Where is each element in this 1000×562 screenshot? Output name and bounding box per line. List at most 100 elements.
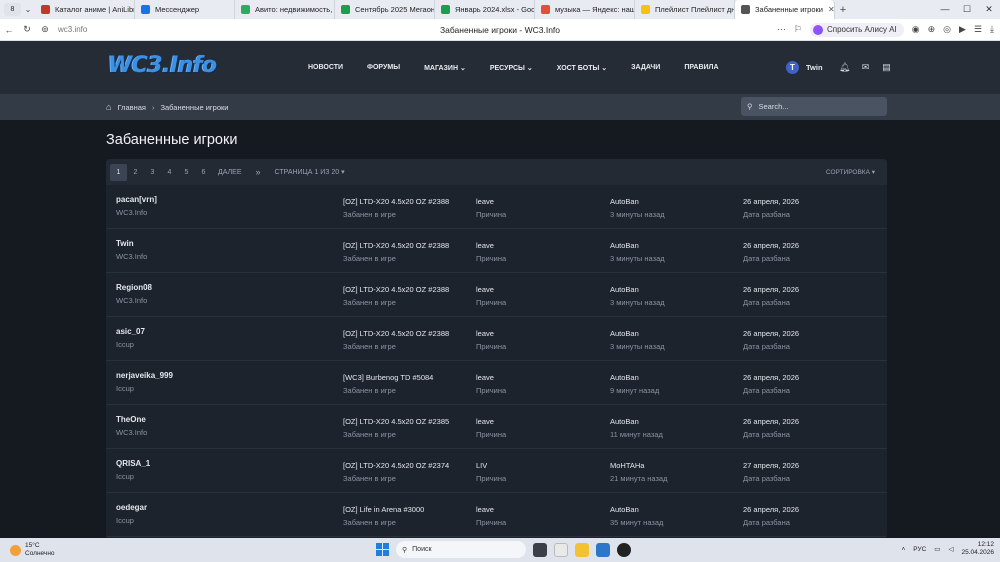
voice-icon[interactable]: ◉ [912, 24, 920, 35]
nav-item[interactable]: РЕСУРСЫ ⌄ [490, 64, 533, 72]
last-page-button[interactable]: » [256, 167, 261, 177]
reload-icon[interactable]: ↻ [18, 24, 36, 35]
nav-item[interactable]: МАГАЗИН ⌄ [424, 64, 466, 72]
nav-item[interactable]: ФОРУМЫ [367, 64, 400, 71]
page-button[interactable]: 4 [161, 164, 178, 181]
shield-icon[interactable]: ◎ [943, 24, 951, 35]
mail-icon[interactable]: ✉ [859, 62, 873, 73]
server-name: Iccup [116, 384, 134, 393]
ban-row[interactable]: oedegar Iccup [OZ] Life in Arena #3000 Заба… [106, 493, 887, 537]
browser-tab-title: Мессенджер [155, 5, 200, 14]
next-page-button[interactable]: ДАЛЕЕ [218, 169, 242, 176]
task-view-icon[interactable] [533, 542, 547, 557]
browser-tab[interactable]: Плейлист Плейлист дня [635, 0, 735, 19]
player-name[interactable]: Region08 [116, 283, 152, 292]
ban-cell: 26 апреля, 2026 Дата разбана [743, 373, 799, 395]
player-name[interactable]: oedegar [116, 503, 147, 512]
app-icon[interactable] [617, 542, 631, 557]
file-explorer-icon[interactable] [575, 542, 589, 557]
close-tab-icon[interactable]: ✕ [828, 5, 834, 14]
player-name[interactable]: nerjaveika_999 [116, 371, 173, 380]
sort-dropdown[interactable]: СОРТИРОВКА ▾ [826, 168, 875, 176]
new-tab-button[interactable]: + [835, 4, 851, 16]
clock[interactable]: 12:12 25.04.2026 [961, 541, 994, 557]
browser-tab[interactable]: Мессенджер [135, 0, 235, 19]
close-window-icon[interactable]: ✕ [978, 0, 1000, 19]
back-icon[interactable]: ← [0, 25, 18, 35]
lock-icon[interactable]: ⊚ [36, 24, 54, 35]
more-icon[interactable]: ⋯ [777, 24, 786, 35]
ban-cell: 26 апреля, 2026 Дата разбана [743, 329, 799, 351]
bell-icon[interactable]: 🔔︎ [838, 62, 852, 73]
ban-cell: nerjaveika_999 Iccup [116, 371, 173, 393]
pagination: 123456 ДАЛЕЕ » СТРАНИЦА 1 ИЗ 20 ▾ СОРТИР… [106, 159, 887, 185]
player-name[interactable]: TheOne [116, 415, 147, 424]
avatar[interactable]: T [786, 61, 799, 74]
chevron-down-icon: ⌄ [458, 64, 466, 72]
site-logo[interactable]: WC3.Info [108, 53, 217, 78]
unban-date: 26 апреля, 2026 [743, 197, 800, 206]
ban-cell: 26 апреля, 2026 Дата разбана [743, 505, 799, 527]
taskbar: 15°C Солнечно ⚲ Поиск ˄ РУС ▭ ◁ 12:12 25… [0, 538, 1000, 562]
ban-row[interactable]: TheOne WC3.Info [OZ] LTD-X20 4.5x20 OZ #23… [106, 405, 887, 449]
browser-tab[interactable]: Каталог аниме | AniLibr [35, 0, 135, 19]
breadcrumb-home[interactable]: Главная [117, 103, 146, 112]
ban-row[interactable]: QRISA_1 Iccup [OZ] LTD-X20 4.5x20 OZ #2374… [106, 449, 887, 493]
browser-tab[interactable]: Авито: недвижимость, т [235, 0, 335, 19]
weather-widget[interactable]: 15°C Солнечно [10, 542, 55, 558]
browser-tab[interactable]: Январь 2024.xlsx - Googl [435, 0, 535, 19]
page-button[interactable]: 6 [195, 164, 212, 181]
nav-item[interactable]: ПРАВИЛА [684, 64, 718, 71]
bookmark-icon[interactable]: ⚐ [794, 24, 802, 35]
ban-row[interactable]: Twin WC3.Info [OZ] LTD-X20 4.5x20 OZ #2388… [106, 229, 887, 273]
player-name[interactable]: QRISA_1 [116, 459, 150, 468]
store-icon[interactable] [596, 542, 610, 557]
page-button[interactable]: 2 [127, 164, 144, 181]
ban-admin: AutoBan [610, 197, 639, 206]
page-of-dropdown[interactable]: СТРАНИЦА 1 ИЗ 20 ▾ [275, 168, 345, 176]
ban-game-label: Забанен в игре [343, 518, 396, 527]
ban-row[interactable]: nerjaveika_999 Iccup [WC3] Burbenog TD #50… [106, 361, 887, 405]
url-field[interactable]: wc3.info [58, 25, 87, 34]
menu-icon[interactable]: ☰ [974, 24, 982, 35]
search-input[interactable]: ⚲ Search... [741, 97, 887, 116]
globe-icon[interactable]: ⊕ [928, 24, 936, 35]
page-button[interactable]: 5 [178, 164, 195, 181]
nav-item[interactable]: НОВОСТИ [308, 64, 343, 71]
ban-reason: leave [476, 329, 494, 338]
page-button[interactable]: 3 [144, 164, 161, 181]
browser-tab[interactable]: Сентябрь 2025 Мегаон [335, 0, 435, 19]
network-icon[interactable]: ▭ [934, 545, 940, 553]
ban-row[interactable]: pacan[vrn] WC3.Info [OZ] LTD-X20 4.5x20 OZ… [106, 185, 887, 229]
document-icon[interactable]: ▤ [880, 62, 894, 73]
ban-game: [WC3] Burbenog TD #5084 [343, 373, 434, 382]
download-icon[interactable]: ⤓ [990, 24, 994, 35]
server-name: WC3.Info [116, 252, 148, 261]
player-name[interactable]: pacan[vrn] [116, 195, 157, 204]
ban-row[interactable]: Region08 WC3.Info [OZ] LTD-X20 4.5x20 OZ #… [106, 273, 887, 317]
browser-tab[interactable]: Забаненные игроки ✕ [735, 0, 835, 19]
maximize-icon[interactable]: ☐ [956, 0, 978, 19]
volume-icon[interactable]: ◁ [948, 545, 953, 553]
browser-tab[interactable]: музыка — Яндекс: нашл [535, 0, 635, 19]
chevron-down-icon[interactable]: ⌄ [21, 5, 35, 14]
tab-count-button[interactable]: 8 [4, 3, 21, 16]
nav-item-label: ЗАДАЧИ [631, 64, 661, 71]
taskbar-search[interactable]: ⚲ Поиск [396, 541, 526, 558]
media-icon[interactable]: ▶ [959, 24, 966, 35]
player-name[interactable]: Twin [116, 239, 147, 248]
ban-row[interactable]: asic_07 Iccup [OZ] LTD-X20 4.5x20 OZ #2388… [106, 317, 887, 361]
page-button[interactable]: 1 [110, 163, 127, 181]
main-content: Забаненные игроки 123456 ДАЛЕЕ » СТРАНИЦ… [0, 120, 1000, 539]
username[interactable]: Twin [806, 63, 823, 72]
minimize-icon[interactable]: — [934, 0, 956, 19]
nav-item[interactable]: ХОСТ БОТЫ ⌄ [557, 64, 607, 72]
alice-button[interactable]: Спросить Алису AI [809, 22, 904, 37]
language-indicator[interactable]: РУС [913, 546, 926, 553]
player-name[interactable]: asic_07 [116, 327, 145, 336]
windows-start-icon[interactable] [376, 543, 389, 556]
nav-item[interactable]: ЗАДАЧИ [631, 64, 660, 71]
chevron-up-icon[interactable]: ˄ [901, 546, 905, 553]
yandex-browser-icon[interactable] [554, 542, 568, 557]
breadcrumb-current[interactable]: Забаненные игроки [160, 103, 228, 112]
